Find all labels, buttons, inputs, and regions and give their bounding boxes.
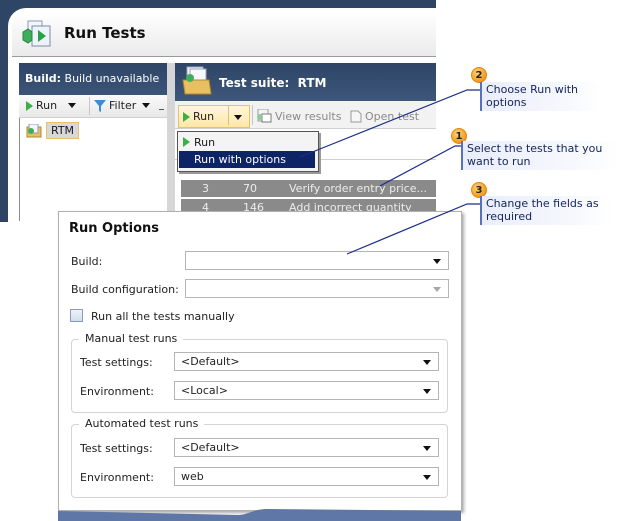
automated-test-settings-label: Test settings: [80, 442, 153, 455]
run-button[interactable]: Run [183, 110, 214, 123]
test-suite-title: Test suite: RTM [219, 76, 326, 90]
run-dropdown-chevron-icon[interactable] [234, 115, 242, 120]
run-label: Run [193, 110, 215, 123]
play-icon [26, 100, 33, 111]
chevron-down-icon [423, 360, 431, 365]
chevron-down-icon [423, 389, 431, 394]
tree-item-label: RTM [46, 122, 80, 139]
callout-2-text: Choose Run with options [480, 82, 602, 111]
callout-3-text: Change the fields as required [480, 196, 612, 225]
view-results-icon [257, 109, 272, 123]
automated-environment-combobox[interactable]: web [174, 467, 439, 486]
build-configuration-combobox[interactable] [185, 279, 449, 298]
left-toolbar: Run Filter [19, 95, 167, 118]
manual-environment-combobox[interactable]: <Local> [174, 381, 439, 400]
chevron-down-icon [423, 446, 431, 451]
run-tests-icon [22, 20, 51, 47]
automated-environment-label: Environment: [80, 471, 154, 484]
suite-name: RTM [297, 76, 327, 90]
chevron-down-icon[interactable] [68, 103, 77, 108]
build-field-label: Build: [71, 255, 103, 268]
menu-item-label: Run with options [194, 153, 286, 166]
row-order: 3 [202, 182, 209, 195]
run-manually-label[interactable]: Run all the tests manually [91, 310, 235, 323]
open-test-button[interactable]: Open test [350, 109, 419, 123]
callout-2-line2: options [486, 96, 527, 109]
manual-test-runs-group [71, 339, 448, 413]
open-test-icon [350, 110, 362, 123]
play-icon [183, 111, 190, 122]
left-run-button[interactable]: Run [26, 99, 77, 112]
callout-1-line1: Select the tests that you [467, 142, 603, 155]
toolbar-separator [252, 105, 253, 125]
run-manually-checkbox[interactable] [70, 309, 83, 322]
build-value: Build unavailable [64, 72, 160, 85]
automated-test-settings-value: <Default> [181, 441, 240, 454]
callout-2-line1: Choose Run with [486, 83, 579, 96]
dialog-title: Run Options [69, 221, 159, 236]
automated-group-title: Automated test runs [79, 417, 205, 430]
menu-item-label: Run [194, 135, 216, 149]
suite-label: Test suite: [219, 76, 290, 90]
build-combobox[interactable] [185, 251, 449, 270]
automated-test-runs-group [71, 424, 448, 498]
callout-3-line2: required [486, 210, 533, 223]
chevron-down-icon [142, 103, 151, 108]
menu-item-run-with-options[interactable]: Run with options [179, 151, 315, 168]
callout-2-badge: 2 [471, 67, 487, 83]
open-test-label: Open test [365, 109, 420, 123]
row-title: Verify order entry price... [289, 182, 427, 195]
chevron-down-icon [423, 475, 431, 480]
menu-item-run[interactable]: Run [179, 134, 319, 150]
play-icon [183, 137, 190, 147]
row-id: 70 [243, 182, 257, 195]
filter-icon [94, 99, 106, 112]
automated-test-settings-combobox[interactable]: <Default> [174, 438, 439, 457]
test-suite-folder-icon [26, 123, 42, 137]
view-results-label: View results [275, 109, 342, 123]
chevron-down-icon [433, 259, 441, 264]
manual-test-settings-label: Test settings: [80, 356, 153, 369]
window-title: Run Tests [64, 24, 146, 42]
automated-environment-value: web [181, 470, 204, 483]
callout-1-text: Select the tests that you want to run [461, 141, 618, 170]
view-results-button[interactable]: View results [256, 109, 341, 123]
manual-test-settings-value: <Default> [181, 355, 240, 368]
filter-button[interactable]: Filter [94, 99, 151, 112]
toolbar-overflow-icon[interactable] [159, 109, 164, 110]
filter-label: Filter [109, 99, 137, 112]
manual-test-settings-combobox[interactable]: <Default> [174, 352, 439, 371]
test-suite-icon [182, 66, 212, 95]
build-status: Build: Build unavailable [25, 72, 159, 85]
callout-1-line2: want to run [467, 155, 531, 168]
split-divider [228, 106, 229, 125]
build-label: Build: [25, 72, 62, 85]
build-configuration-label: Build configuration: [71, 283, 179, 296]
tree-item-rtm[interactable]: RTM [26, 122, 80, 139]
manual-environment-label: Environment: [80, 385, 154, 398]
left-run-label: Run [36, 99, 58, 112]
table-row[interactable]: 3 70 Verify order entry price... [181, 180, 436, 197]
toolbar-separator [89, 97, 90, 115]
manual-group-title: Manual test runs [79, 332, 184, 345]
pane-splitter[interactable] [167, 63, 175, 221]
torn-edge-decoration [58, 509, 461, 521]
manual-environment-value: <Local> [181, 384, 228, 397]
chevron-down-icon [433, 287, 441, 292]
callout-3-line1: Change the fields as [486, 197, 599, 210]
